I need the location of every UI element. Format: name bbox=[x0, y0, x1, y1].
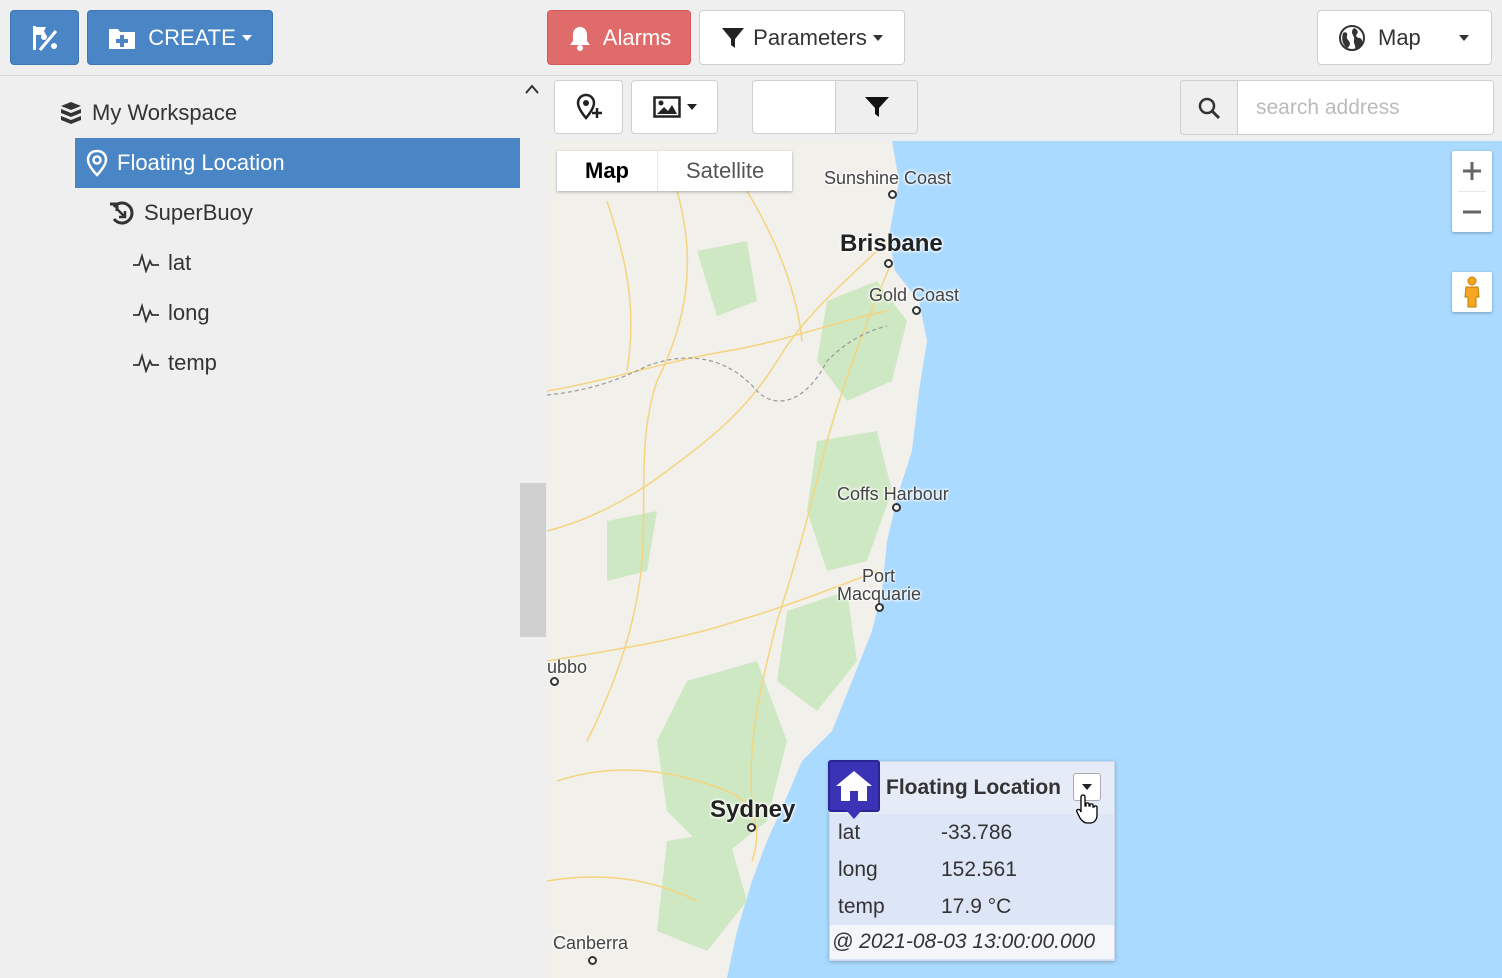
create-label: CREATE bbox=[148, 24, 236, 50]
map-view[interactable]: Map Satellite Sunshine Coast Brisbane Go… bbox=[547, 141, 1502, 978]
place-label: Coffs Harbour bbox=[837, 484, 949, 504]
add-location-button[interactable] bbox=[554, 80, 623, 134]
chevron-down-icon bbox=[872, 34, 883, 41]
filter-icon bbox=[864, 97, 889, 117]
pulse-icon bbox=[132, 353, 160, 373]
address-search bbox=[1180, 80, 1494, 135]
tree-item-param-long[interactable]: long bbox=[132, 288, 210, 338]
home-icon[interactable] bbox=[828, 760, 880, 819]
place-marker bbox=[888, 190, 897, 199]
place-marker bbox=[550, 677, 559, 686]
tree-item-label: lat bbox=[168, 250, 192, 275]
place-label: Canberra bbox=[553, 933, 629, 953]
tree-item-param-temp[interactable]: temp bbox=[132, 338, 217, 388]
popup-title-text: Floating Location bbox=[886, 776, 1061, 799]
place-marker bbox=[588, 956, 597, 965]
view-select[interactable]: Map bbox=[1317, 10, 1492, 65]
folder-plus-icon bbox=[109, 28, 136, 49]
bell-icon bbox=[569, 26, 590, 51]
apply-filter-button[interactable] bbox=[835, 80, 918, 134]
workspace-tree: My Workspace Floating Location SuperBuoy… bbox=[0, 77, 547, 978]
tree-item-floating-location[interactable]: Floating Location bbox=[75, 138, 520, 188]
place-marker bbox=[892, 503, 901, 512]
filter-value-field[interactable] bbox=[752, 80, 836, 134]
plus-icon bbox=[1463, 162, 1481, 180]
zoom-control bbox=[1452, 151, 1492, 232]
cubes-icon bbox=[58, 100, 84, 126]
popup-key: long bbox=[838, 857, 878, 881]
zoom-out-button[interactable] bbox=[1452, 192, 1492, 232]
image-menu-button[interactable] bbox=[631, 80, 718, 134]
parameters-label: Parameters bbox=[753, 24, 867, 50]
place-label: Sydney bbox=[710, 796, 796, 823]
zoom-in-button[interactable] bbox=[1452, 151, 1492, 191]
device-icon bbox=[108, 199, 136, 227]
chevron-down-icon bbox=[241, 34, 252, 41]
search-address-input[interactable] bbox=[1237, 80, 1494, 135]
minus-icon bbox=[1463, 210, 1481, 214]
tree-item-label: temp bbox=[168, 350, 217, 375]
sidebar-scrollbar-thumb[interactable] bbox=[520, 483, 546, 637]
place-marker bbox=[747, 823, 756, 832]
popup-row-temp: temp 17.9 °C bbox=[830, 888, 1114, 925]
popup-timestamp: @ 2021-08-03 13:00:00.000 bbox=[830, 925, 1114, 959]
tree-item-label: My Workspace bbox=[92, 100, 238, 125]
popup-key: temp bbox=[838, 894, 885, 918]
toggle-sidebar-button[interactable] bbox=[10, 10, 79, 65]
pegman-icon bbox=[1464, 276, 1480, 308]
tree-item-label: long bbox=[168, 300, 210, 325]
pulse-icon bbox=[132, 253, 160, 273]
map-pin-plus-icon bbox=[576, 93, 602, 120]
globe-icon bbox=[1339, 24, 1365, 51]
top-toolbar: CREATE Alarms Parameters Map bbox=[0, 0, 1502, 76]
image-icon bbox=[652, 96, 681, 118]
map-type-control: Map Satellite bbox=[557, 151, 793, 191]
place-marker bbox=[912, 306, 921, 315]
popup-key: lat bbox=[838, 820, 861, 844]
popup-row-long: long 152.561 bbox=[830, 851, 1114, 888]
tree-item-label: Floating Location bbox=[117, 150, 285, 175]
scroll-up-icon[interactable] bbox=[524, 82, 540, 100]
tree-item-label: SuperBuoy bbox=[144, 200, 253, 225]
chevron-down-icon bbox=[1459, 34, 1469, 41]
place-marker bbox=[875, 603, 884, 612]
place-label: Sunshine Coast bbox=[824, 168, 952, 188]
alarms-label: Alarms bbox=[602, 24, 672, 50]
map-type-map[interactable]: Map bbox=[557, 151, 657, 191]
chevron-down-icon bbox=[686, 104, 697, 110]
filter-icon bbox=[722, 27, 745, 48]
tree-item-device[interactable]: SuperBuoy bbox=[108, 188, 253, 238]
popup-value: 17.9 °C bbox=[941, 894, 1012, 918]
view-label: Map bbox=[1378, 24, 1421, 50]
alarms-button[interactable]: Alarms bbox=[547, 10, 691, 65]
parameters-button[interactable]: Parameters bbox=[699, 10, 905, 65]
search-button[interactable] bbox=[1180, 80, 1237, 135]
place-label: Macquarie bbox=[837, 584, 922, 604]
place-label: ubbo bbox=[547, 657, 588, 677]
place-marker bbox=[884, 259, 893, 268]
map-type-satellite[interactable]: Satellite bbox=[657, 151, 792, 191]
popup-value: -33.786 bbox=[941, 820, 1013, 844]
flag-percent-icon bbox=[32, 25, 57, 51]
search-icon bbox=[1198, 97, 1221, 119]
create-button[interactable]: CREATE bbox=[87, 10, 273, 65]
pulse-icon bbox=[132, 303, 160, 323]
street-view-pegman[interactable] bbox=[1452, 272, 1492, 312]
tree-item-workspace[interactable]: My Workspace bbox=[58, 88, 237, 138]
place-label: Brisbane bbox=[840, 230, 943, 257]
map-pin-icon bbox=[85, 149, 109, 177]
popup-value: 152.561 bbox=[941, 857, 1017, 881]
place-label: Gold Coast bbox=[869, 285, 960, 305]
popup-row-lat: lat -33.786 bbox=[830, 814, 1114, 851]
location-popup[interactable]: Floating Location lat -33.786 long 152.5… bbox=[828, 760, 1115, 961]
hand-cursor-icon bbox=[1076, 794, 1098, 824]
tree-item-param-lat[interactable]: lat bbox=[132, 238, 191, 288]
chevron-down-icon bbox=[1082, 784, 1092, 790]
